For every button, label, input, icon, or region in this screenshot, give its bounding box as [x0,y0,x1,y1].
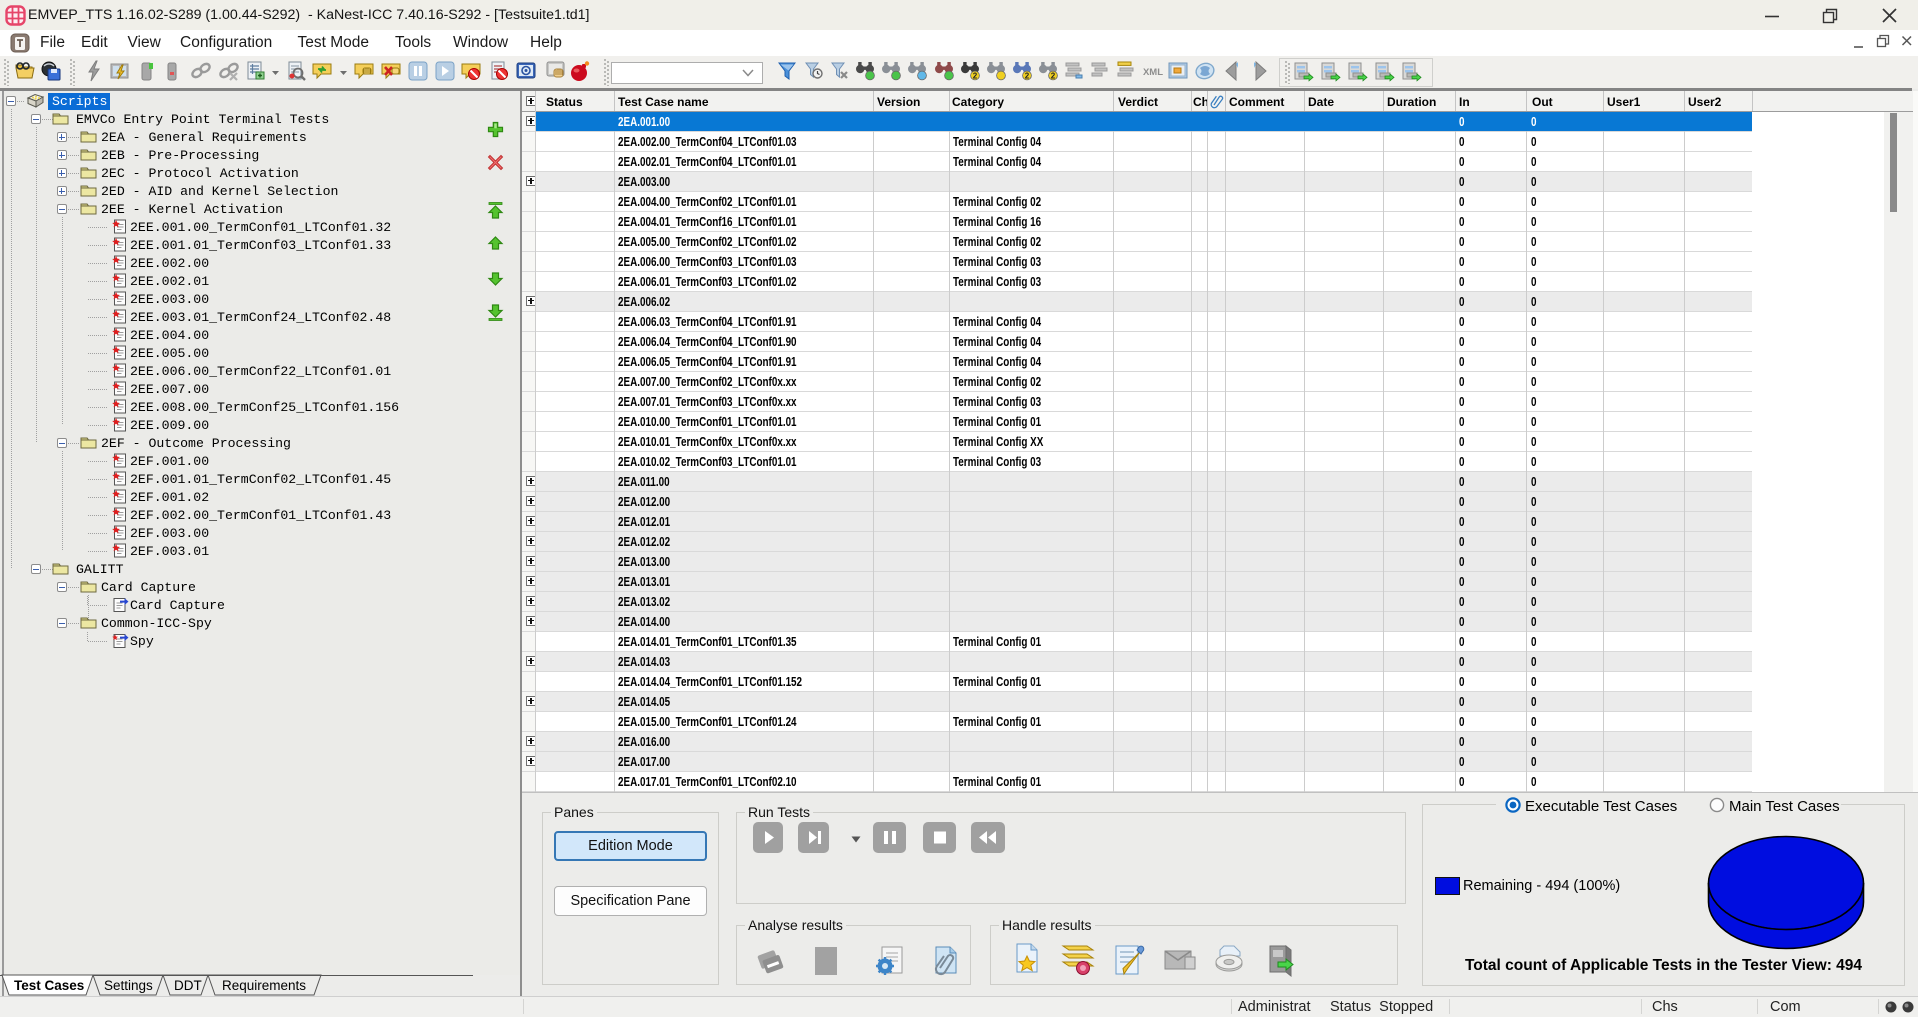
svg-text:XML: XML [1143,67,1163,78]
svg-text:2: 2 [973,71,978,80]
svg-text:2: 2 [1025,71,1030,80]
svg-text:2: 2 [1051,71,1056,80]
